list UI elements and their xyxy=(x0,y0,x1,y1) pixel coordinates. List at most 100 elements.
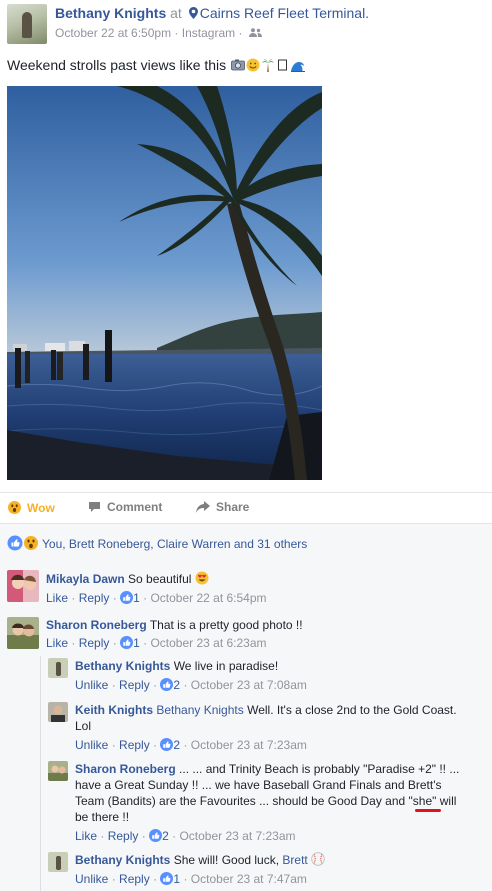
replier-name[interactable]: Bethany Knights xyxy=(75,853,170,867)
like-count[interactable]: 2 xyxy=(162,829,169,843)
commenter-avatar[interactable] xyxy=(7,617,39,649)
comment-item: Sharon Roneberg That is a pretty good ph… xyxy=(0,607,492,653)
post-meta: October 22 at 6:50pm · Instagram · xyxy=(55,26,262,40)
meta-separator: · xyxy=(111,738,116,752)
replier-avatar[interactable] xyxy=(48,658,68,678)
share-label: Share xyxy=(216,500,250,514)
like-link[interactable]: Like xyxy=(46,636,68,650)
meta-separator: · xyxy=(112,636,117,650)
smiling-face-emoji-icon xyxy=(246,58,260,72)
meta-separator: · xyxy=(174,26,179,40)
meta-separator: · xyxy=(141,829,146,843)
comments-section: Mikayla Dawn So beautiful Like · Reply ·… xyxy=(0,561,492,891)
like-count[interactable]: 1 xyxy=(133,636,140,650)
reply-meta: Like · Reply · 2 · October 23 at 7:23am xyxy=(75,829,296,843)
comment-label: Comment xyxy=(107,500,163,514)
share-button[interactable]: Share xyxy=(196,499,249,514)
post-photo[interactable] xyxy=(7,86,322,480)
reply-link[interactable]: Reply xyxy=(79,636,110,650)
replier-avatar[interactable] xyxy=(48,702,68,722)
like-link[interactable]: Like xyxy=(46,591,68,605)
author-name[interactable]: Bethany Knights xyxy=(55,5,166,21)
reply-link[interactable]: Reply xyxy=(108,829,139,843)
place-link[interactable]: Cairns Reef Fleet Terminal. xyxy=(200,5,369,21)
comment-text: So beautiful xyxy=(128,572,192,586)
post-text: Weekend strolls past views like this xyxy=(7,57,306,73)
comment-meta: Like · Reply · 1 · October 22 at 6:54pm xyxy=(46,591,267,605)
reaction-icons[interactable] xyxy=(7,535,41,551)
post-timestamp[interactable]: October 22 at 6:50pm xyxy=(55,26,171,40)
wave-emoji-icon xyxy=(291,62,306,72)
reply-meta: Unlike · Reply · 2 · October 23 at 7:08a… xyxy=(75,678,307,692)
reply-link[interactable]: Reply xyxy=(119,678,150,692)
friends-icon[interactable] xyxy=(248,28,262,37)
unlike-link[interactable]: Unlike xyxy=(75,872,108,886)
like-count[interactable]: 1 xyxy=(173,872,180,886)
meta-separator: · xyxy=(183,678,188,692)
reply-link[interactable]: Reply xyxy=(119,872,150,886)
tagged-user[interactable]: Bethany Knights xyxy=(156,703,243,717)
reply-body: Sharon Roneberg ... ... and Trinity Beac… xyxy=(75,761,487,825)
comment-button[interactable]: Comment xyxy=(88,499,162,514)
share-icon xyxy=(196,501,210,513)
replier-avatar[interactable] xyxy=(48,761,68,781)
reply-time[interactable]: October 23 at 7:23am xyxy=(179,829,295,843)
reply-text-line2: Lol xyxy=(75,719,92,733)
reply-time[interactable]: October 23 at 7:47am xyxy=(191,872,307,886)
reply-body: Bethany Knights We live in paradise! xyxy=(75,658,485,674)
meta-separator: · xyxy=(153,872,158,886)
like-count-icon xyxy=(160,738,174,751)
commenter-name[interactable]: Sharon Roneberg xyxy=(46,618,147,632)
commenter-name[interactable]: Mikayla Dawn xyxy=(46,572,125,586)
red-underline-mark xyxy=(415,809,441,812)
reply-text: Well. It's a close 2nd to the Gold Coast… xyxy=(247,703,457,717)
commenter-avatar[interactable] xyxy=(7,570,39,602)
comment-meta: Like · Reply · 1 · October 23 at 6:23am xyxy=(46,636,267,650)
heart-eyes-emoji-icon xyxy=(195,571,209,585)
comment-time[interactable]: October 22 at 6:54pm xyxy=(150,591,266,605)
like-count-icon xyxy=(160,872,174,885)
meta-separator: · xyxy=(183,872,188,886)
comment-time[interactable]: October 23 at 6:23am xyxy=(150,636,266,650)
reply-time[interactable]: October 23 at 7:23am xyxy=(191,738,307,752)
unlike-link[interactable]: Unlike xyxy=(75,738,108,752)
meta-separator: · xyxy=(183,738,188,752)
comment-text: That is a pretty good photo !! xyxy=(149,618,303,632)
like-count[interactable]: 1 xyxy=(133,591,140,605)
replier-name[interactable]: Sharon Roneberg xyxy=(75,762,176,776)
reactions-summary[interactable]: You, Brett Roneberg, Claire Warren and 3… xyxy=(42,537,307,551)
reply-item: Keith Knights Bethany Knights Well. It's… xyxy=(0,695,492,755)
meta-separator: · xyxy=(111,678,116,692)
meta-separator: · xyxy=(238,26,243,40)
author-line: Bethany Knights at Cairns Reef Fleet Ter… xyxy=(55,5,369,21)
replier-name[interactable]: Keith Knights xyxy=(75,703,153,717)
tagged-user[interactable]: Brett xyxy=(282,853,307,867)
like-link[interactable]: Like xyxy=(75,829,97,843)
meta-separator: · xyxy=(111,872,116,886)
camera-emoji-icon xyxy=(231,59,245,71)
placeholder-emoji-icon xyxy=(278,59,288,71)
reply-time[interactable]: October 23 at 7:08am xyxy=(191,678,307,692)
reply-link[interactable]: Reply xyxy=(79,591,110,605)
reply-text-line3a: Team (Bandits) are the Favourites ... sh… xyxy=(75,794,413,808)
unlike-link[interactable]: Unlike xyxy=(75,678,108,692)
location-pin-icon xyxy=(188,7,198,19)
baseball-emoji-icon xyxy=(311,852,325,866)
wow-button[interactable]: Wow xyxy=(8,499,55,515)
like-count[interactable]: 2 xyxy=(173,738,180,752)
reply-item: Sharon Roneberg ... ... and Trinity Beac… xyxy=(0,755,492,847)
reply-link[interactable]: Reply xyxy=(119,738,150,752)
like-count[interactable]: 2 xyxy=(173,678,180,692)
post-actions-bar: Wow Comment Share xyxy=(0,493,492,523)
reply-text: We live in paradise! xyxy=(173,659,279,673)
replier-name[interactable]: Bethany Knights xyxy=(75,659,170,673)
author-avatar[interactable] xyxy=(7,4,47,44)
highlighted-word: she xyxy=(412,794,433,808)
replier-avatar[interactable] xyxy=(48,852,68,872)
meta-separator: · xyxy=(112,591,117,605)
like-count-icon xyxy=(120,636,134,649)
comment-icon xyxy=(89,502,100,512)
reactions-summary-bar: You, Brett Roneberg, Claire Warren and 3… xyxy=(0,523,492,561)
reply-item: Bethany Knights We live in paradise! Unl… xyxy=(0,653,492,695)
at-word: at xyxy=(170,5,182,21)
